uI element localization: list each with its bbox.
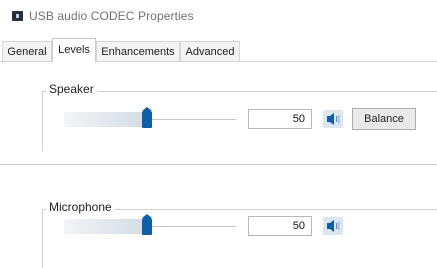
speaker-level-field[interactable]: 50 bbox=[248, 109, 312, 129]
microphone-level-field[interactable]: 50 bbox=[248, 216, 312, 236]
balance-button[interactable]: Balance bbox=[352, 108, 416, 130]
tab-levels[interactable]: Levels bbox=[52, 38, 96, 62]
title-bar: USB audio CODEC Properties bbox=[0, 0, 437, 32]
speaker-slider-thumb[interactable] bbox=[142, 107, 152, 128]
tab-general[interactable]: General bbox=[2, 41, 52, 61]
speaker-mute-button[interactable] bbox=[323, 110, 345, 130]
speaker-icon bbox=[323, 217, 343, 235]
tab-strip: General Levels Enhancements Advanced bbox=[0, 38, 437, 62]
properties-window: USB audio CODEC Properties General Level… bbox=[0, 0, 437, 268]
microphone-volume-slider[interactable] bbox=[64, 214, 236, 238]
microphone-slider-thumb[interactable] bbox=[142, 214, 152, 235]
levels-panel: Speaker 50 Balance Microphone 50 bbox=[0, 62, 437, 268]
speaker-label: Speaker bbox=[46, 82, 97, 96]
tab-advanced[interactable]: Advanced bbox=[180, 41, 240, 61]
speaker-icon bbox=[323, 110, 343, 128]
microphone-slider-fill bbox=[64, 219, 147, 234]
microphone-label: Microphone bbox=[46, 200, 115, 214]
tab-enhancements[interactable]: Enhancements bbox=[96, 41, 180, 61]
window-title: USB audio CODEC Properties bbox=[29, 9, 194, 23]
speaker-volume-slider[interactable] bbox=[64, 107, 236, 131]
microphone-mute-button[interactable] bbox=[323, 217, 345, 237]
section-divider bbox=[0, 164, 437, 165]
speaker-properties-icon bbox=[12, 11, 23, 21]
speaker-slider-fill bbox=[64, 112, 147, 127]
